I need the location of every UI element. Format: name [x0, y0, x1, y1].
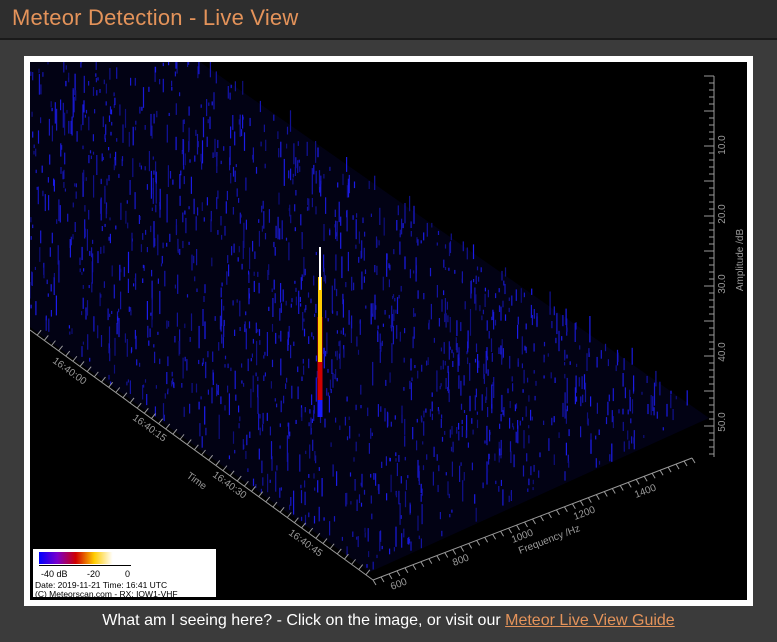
- scale-label-min: -40 dB: [41, 569, 68, 579]
- frequency-minor-tick: [436, 555, 441, 561]
- live-view-guide-link[interactable]: Meteor Live View Guide: [505, 612, 675, 629]
- legend-box: -40 dB -20 0 Date: 2019-11-21 Time: 16:4…: [33, 549, 216, 599]
- spectrogram-3d-plot: 10.0 20.0 30.0 40.0 50.0 Amplitude /dB 1…: [30, 62, 746, 593]
- frequency-minor-tick: [508, 527, 513, 534]
- color-scale-bar: [39, 552, 131, 564]
- frequency-minor-tick: [563, 506, 568, 513]
- amplitude-axis-label: Amplitude /dB: [735, 229, 746, 292]
- frequency-minor-tick: [484, 537, 489, 543]
- frequency-tick-label: 1200: [572, 504, 597, 522]
- live-view-frame: 10.0 20.0 30.0 40.0 50.0 Amplitude /dB 1…: [24, 56, 753, 606]
- frequency-minor-tick: [683, 460, 688, 467]
- amplitude-tick-label: 50.0: [717, 412, 728, 432]
- frequency-minor-tick: [524, 521, 528, 528]
- frequency-minor-tick: [691, 457, 696, 464]
- frequency-minor-tick: [667, 466, 672, 473]
- frequency-minor-tick: [468, 543, 473, 549]
- frequency-minor-tick: [555, 509, 560, 516]
- frequency-minor-tick: [460, 546, 465, 552]
- footer-text: What am I seeing here? - Click on the im…: [102, 612, 506, 629]
- frequency-minor-tick: [548, 512, 552, 519]
- frequency-minor-tick: [619, 485, 624, 491]
- amplitude-tick-label: 20.0: [717, 204, 728, 224]
- frequency-minor-tick: [643, 476, 648, 482]
- frequency-minor-tick: [492, 533, 497, 540]
- frequency-minor-tick: [603, 491, 608, 497]
- scale-label-max: 0: [125, 569, 131, 579]
- frequency-minor-tick: [579, 500, 584, 506]
- frequency-minor-tick: [635, 479, 640, 485]
- amplitude-tick-label: 30.0: [717, 274, 728, 294]
- frequency-tick-label: 1400: [633, 482, 658, 500]
- frequency-minor-tick: [388, 573, 393, 580]
- time-axis-label: Time: [184, 471, 208, 493]
- spectrogram-image[interactable]: 10.0 20.0 30.0 40.0 50.0 Amplitude /dB 1…: [30, 62, 747, 600]
- frequency-minor-tick: [571, 503, 576, 510]
- frequency-minor-tick: [651, 472, 656, 479]
- frequency-minor-tick: [372, 579, 377, 586]
- frequency-tick-label: 800: [451, 552, 471, 568]
- frequency-minor-tick: [412, 564, 417, 571]
- frequency-tick-label: 600: [389, 576, 409, 592]
- frequency-minor-tick: [452, 549, 457, 555]
- frequency-minor-tick: [659, 469, 664, 476]
- frequency-minor-tick: [428, 558, 433, 564]
- amplitude-tick-label: 10.0: [717, 135, 728, 155]
- copyright-receiver: (C) Meteorscan.com - RX: IOW1-VHF: [35, 589, 178, 599]
- frequency-minor-tick: [420, 561, 425, 567]
- frequency-minor-tick: [500, 530, 505, 537]
- frequency-minor-tick: [611, 488, 616, 494]
- amplitude-axis: [704, 75, 715, 457]
- frequency-minor-tick: [444, 552, 449, 558]
- frequency-minor-tick: [516, 524, 520, 531]
- header-bar: Meteor Detection - Live View: [0, 0, 777, 40]
- frequency-minor-tick: [587, 497, 592, 503]
- amplitude-tick-label: 40.0: [717, 342, 728, 362]
- frequency-minor-tick: [627, 482, 632, 488]
- time-minor-tick: [358, 564, 364, 570]
- frequency-minor-tick: [675, 463, 680, 470]
- frequency-minor-tick: [404, 567, 409, 574]
- frequency-minor-tick: [532, 518, 536, 525]
- time-minor-tick: [365, 569, 371, 576]
- frequency-minor-tick: [476, 540, 481, 546]
- page-title: Meteor Detection - Live View: [12, 5, 299, 30]
- scale-label-mid: -20: [87, 569, 101, 579]
- frequency-minor-tick: [396, 570, 401, 577]
- frequency-minor-tick: [380, 576, 385, 583]
- footer-help: What am I seeing here? - Click on the im…: [0, 612, 777, 630]
- frequency-minor-tick: [540, 515, 544, 522]
- frequency-minor-tick: [595, 494, 600, 500]
